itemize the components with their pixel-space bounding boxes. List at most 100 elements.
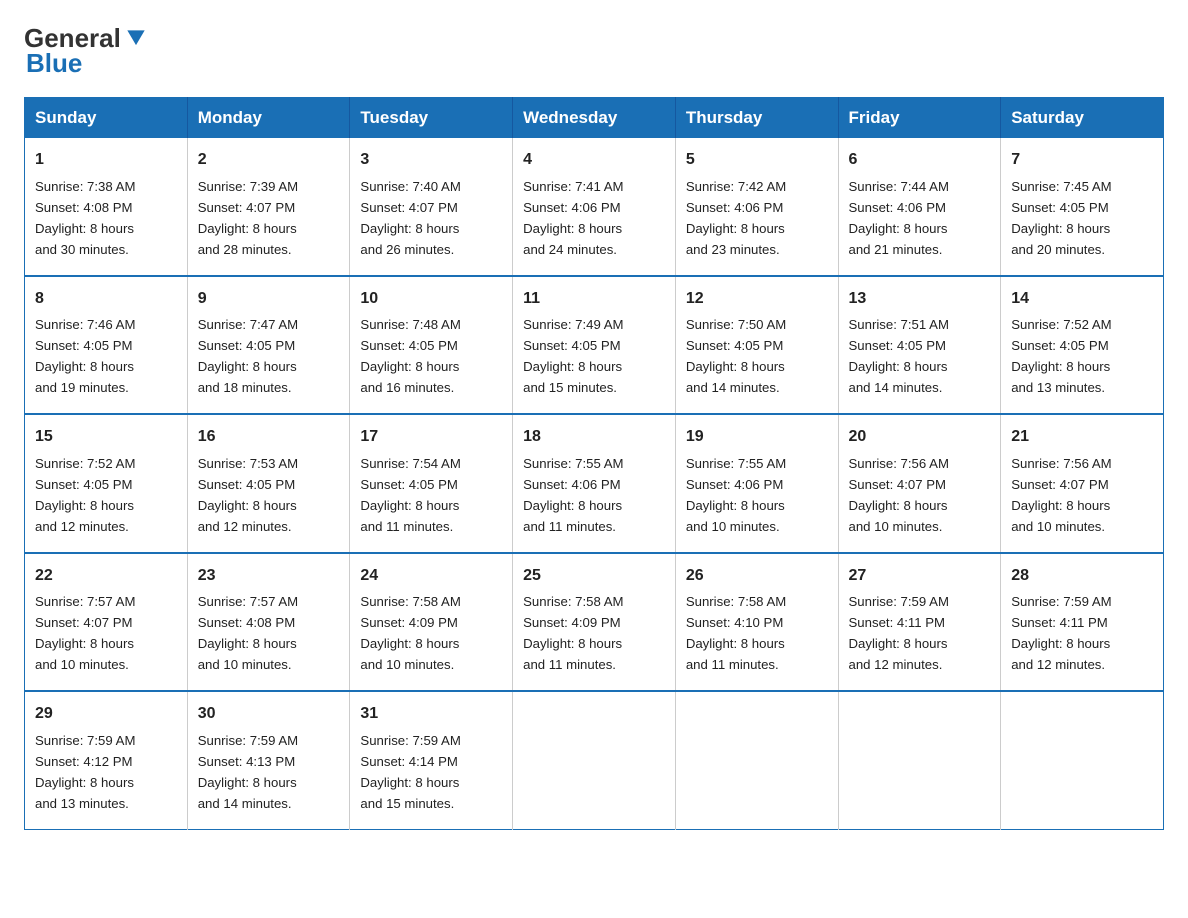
col-header-saturday: Saturday — [1001, 98, 1164, 139]
day-number: 29 — [35, 702, 177, 727]
day-number: 23 — [198, 564, 340, 589]
day-number: 17 — [360, 425, 502, 450]
calendar-week-row: 29 Sunrise: 7:59 AMSunset: 4:12 PMDaylig… — [25, 691, 1164, 829]
calendar-empty-cell — [675, 691, 838, 829]
calendar-day-28: 28 Sunrise: 7:59 AMSunset: 4:11 PMDaylig… — [1001, 553, 1164, 691]
day-number: 20 — [849, 425, 991, 450]
day-number: 21 — [1011, 425, 1153, 450]
day-info: Sunrise: 7:51 AMSunset: 4:05 PMDaylight:… — [849, 317, 949, 395]
calendar-day-25: 25 Sunrise: 7:58 AMSunset: 4:09 PMDaylig… — [513, 553, 676, 691]
logo-container: General Blue — [24, 24, 149, 77]
calendar-day-30: 30 Sunrise: 7:59 AMSunset: 4:13 PMDaylig… — [187, 691, 350, 829]
col-header-tuesday: Tuesday — [350, 98, 513, 139]
day-info: Sunrise: 7:41 AMSunset: 4:06 PMDaylight:… — [523, 179, 623, 257]
day-info: Sunrise: 7:59 AMSunset: 4:12 PMDaylight:… — [35, 733, 135, 811]
day-info: Sunrise: 7:58 AMSunset: 4:10 PMDaylight:… — [686, 594, 786, 672]
day-number: 22 — [35, 564, 177, 589]
col-header-friday: Friday — [838, 98, 1001, 139]
calendar-day-8: 8 Sunrise: 7:46 AMSunset: 4:05 PMDayligh… — [25, 276, 188, 414]
calendar-empty-cell — [1001, 691, 1164, 829]
day-info: Sunrise: 7:44 AMSunset: 4:06 PMDaylight:… — [849, 179, 949, 257]
calendar-day-10: 10 Sunrise: 7:48 AMSunset: 4:05 PMDaylig… — [350, 276, 513, 414]
day-number: 7 — [1011, 148, 1153, 173]
day-info: Sunrise: 7:56 AMSunset: 4:07 PMDaylight:… — [849, 456, 949, 534]
day-info: Sunrise: 7:48 AMSunset: 4:05 PMDaylight:… — [360, 317, 460, 395]
calendar-day-16: 16 Sunrise: 7:53 AMSunset: 4:05 PMDaylig… — [187, 414, 350, 552]
col-header-thursday: Thursday — [675, 98, 838, 139]
page-header: General Blue — [24, 24, 1164, 77]
day-info: Sunrise: 7:57 AMSunset: 4:07 PMDaylight:… — [35, 594, 135, 672]
day-info: Sunrise: 7:52 AMSunset: 4:05 PMDaylight:… — [1011, 317, 1111, 395]
day-info: Sunrise: 7:39 AMSunset: 4:07 PMDaylight:… — [198, 179, 298, 257]
calendar-day-29: 29 Sunrise: 7:59 AMSunset: 4:12 PMDaylig… — [25, 691, 188, 829]
day-number: 4 — [523, 148, 665, 173]
day-info: Sunrise: 7:42 AMSunset: 4:06 PMDaylight:… — [686, 179, 786, 257]
day-number: 31 — [360, 702, 502, 727]
calendar-week-row: 8 Sunrise: 7:46 AMSunset: 4:05 PMDayligh… — [25, 276, 1164, 414]
day-number: 10 — [360, 287, 502, 312]
col-header-wednesday: Wednesday — [513, 98, 676, 139]
day-number: 27 — [849, 564, 991, 589]
day-number: 26 — [686, 564, 828, 589]
calendar-empty-cell — [838, 691, 1001, 829]
calendar-day-1: 1 Sunrise: 7:38 AMSunset: 4:08 PMDayligh… — [25, 138, 188, 275]
logo: General Blue — [24, 24, 149, 77]
day-info: Sunrise: 7:46 AMSunset: 4:05 PMDaylight:… — [35, 317, 135, 395]
day-info: Sunrise: 7:59 AMSunset: 4:14 PMDaylight:… — [360, 733, 460, 811]
day-number: 14 — [1011, 287, 1153, 312]
day-info: Sunrise: 7:57 AMSunset: 4:08 PMDaylight:… — [198, 594, 298, 672]
day-number: 13 — [849, 287, 991, 312]
day-number: 19 — [686, 425, 828, 450]
calendar-day-9: 9 Sunrise: 7:47 AMSunset: 4:05 PMDayligh… — [187, 276, 350, 414]
calendar-day-21: 21 Sunrise: 7:56 AMSunset: 4:07 PMDaylig… — [1001, 414, 1164, 552]
day-info: Sunrise: 7:59 AMSunset: 4:11 PMDaylight:… — [1011, 594, 1111, 672]
logo-blue-text: Blue — [26, 49, 82, 78]
day-info: Sunrise: 7:47 AMSunset: 4:05 PMDaylight:… — [198, 317, 298, 395]
calendar-day-3: 3 Sunrise: 7:40 AMSunset: 4:07 PMDayligh… — [350, 138, 513, 275]
day-info: Sunrise: 7:55 AMSunset: 4:06 PMDaylight:… — [523, 456, 623, 534]
calendar-day-2: 2 Sunrise: 7:39 AMSunset: 4:07 PMDayligh… — [187, 138, 350, 275]
calendar-day-22: 22 Sunrise: 7:57 AMSunset: 4:07 PMDaylig… — [25, 553, 188, 691]
day-number: 28 — [1011, 564, 1153, 589]
day-number: 16 — [198, 425, 340, 450]
calendar-day-17: 17 Sunrise: 7:54 AMSunset: 4:05 PMDaylig… — [350, 414, 513, 552]
day-number: 5 — [686, 148, 828, 173]
day-number: 8 — [35, 287, 177, 312]
day-number: 11 — [523, 287, 665, 312]
col-header-sunday: Sunday — [25, 98, 188, 139]
day-number: 3 — [360, 148, 502, 173]
calendar-day-12: 12 Sunrise: 7:50 AMSunset: 4:05 PMDaylig… — [675, 276, 838, 414]
calendar-day-6: 6 Sunrise: 7:44 AMSunset: 4:06 PMDayligh… — [838, 138, 1001, 275]
calendar-day-23: 23 Sunrise: 7:57 AMSunset: 4:08 PMDaylig… — [187, 553, 350, 691]
day-info: Sunrise: 7:54 AMSunset: 4:05 PMDaylight:… — [360, 456, 460, 534]
day-number: 18 — [523, 425, 665, 450]
calendar-day-27: 27 Sunrise: 7:59 AMSunset: 4:11 PMDaylig… — [838, 553, 1001, 691]
day-number: 2 — [198, 148, 340, 173]
calendar-table: SundayMondayTuesdayWednesdayThursdayFrid… — [24, 97, 1164, 829]
day-number: 12 — [686, 287, 828, 312]
calendar-day-14: 14 Sunrise: 7:52 AMSunset: 4:05 PMDaylig… — [1001, 276, 1164, 414]
calendar-day-11: 11 Sunrise: 7:49 AMSunset: 4:05 PMDaylig… — [513, 276, 676, 414]
day-info: Sunrise: 7:38 AMSunset: 4:08 PMDaylight:… — [35, 179, 135, 257]
day-info: Sunrise: 7:59 AMSunset: 4:13 PMDaylight:… — [198, 733, 298, 811]
col-header-monday: Monday — [187, 98, 350, 139]
day-info: Sunrise: 7:56 AMSunset: 4:07 PMDaylight:… — [1011, 456, 1111, 534]
day-info: Sunrise: 7:52 AMSunset: 4:05 PMDaylight:… — [35, 456, 135, 534]
day-info: Sunrise: 7:49 AMSunset: 4:05 PMDaylight:… — [523, 317, 623, 395]
logo-arrow-icon — [123, 26, 149, 52]
day-number: 6 — [849, 148, 991, 173]
day-number: 24 — [360, 564, 502, 589]
day-info: Sunrise: 7:59 AMSunset: 4:11 PMDaylight:… — [849, 594, 949, 672]
calendar-day-19: 19 Sunrise: 7:55 AMSunset: 4:06 PMDaylig… — [675, 414, 838, 552]
calendar-day-4: 4 Sunrise: 7:41 AMSunset: 4:06 PMDayligh… — [513, 138, 676, 275]
calendar-week-row: 15 Sunrise: 7:52 AMSunset: 4:05 PMDaylig… — [25, 414, 1164, 552]
day-number: 15 — [35, 425, 177, 450]
calendar-day-18: 18 Sunrise: 7:55 AMSunset: 4:06 PMDaylig… — [513, 414, 676, 552]
calendar-day-7: 7 Sunrise: 7:45 AMSunset: 4:05 PMDayligh… — [1001, 138, 1164, 275]
calendar-day-13: 13 Sunrise: 7:51 AMSunset: 4:05 PMDaylig… — [838, 276, 1001, 414]
day-info: Sunrise: 7:58 AMSunset: 4:09 PMDaylight:… — [360, 594, 460, 672]
day-info: Sunrise: 7:50 AMSunset: 4:05 PMDaylight:… — [686, 317, 786, 395]
calendar-week-row: 1 Sunrise: 7:38 AMSunset: 4:08 PMDayligh… — [25, 138, 1164, 275]
calendar-day-20: 20 Sunrise: 7:56 AMSunset: 4:07 PMDaylig… — [838, 414, 1001, 552]
day-info: Sunrise: 7:45 AMSunset: 4:05 PMDaylight:… — [1011, 179, 1111, 257]
